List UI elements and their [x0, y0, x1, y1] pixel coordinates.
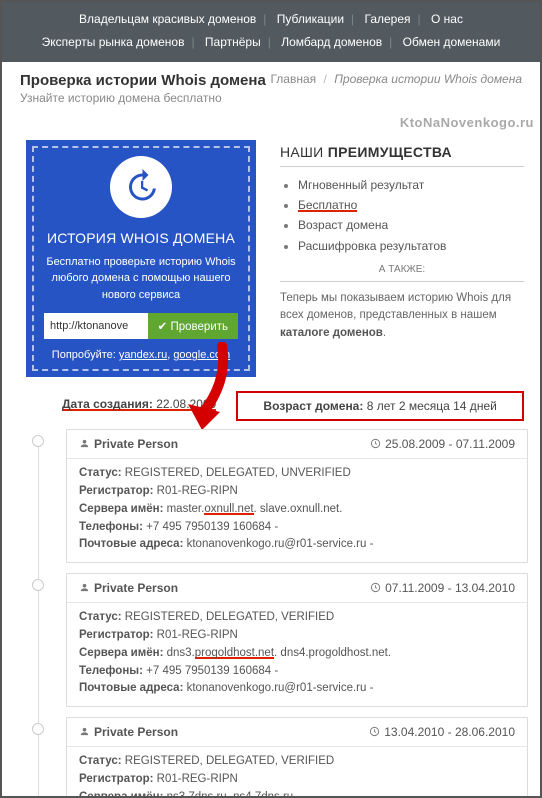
try-link[interactable]: yandex.ru — [119, 349, 167, 361]
history-icon — [110, 156, 172, 218]
breadcrumb: Главная / Проверка истории Whois домена — [270, 72, 522, 86]
clock-icon — [370, 438, 381, 452]
page: Владельцам красивых доменов| Публикации|… — [0, 0, 542, 798]
whois-record: Private Person13.04.2010 - 28.06.2010Ста… — [66, 717, 528, 798]
check-button[interactable]: ✔ Проверить — [148, 313, 238, 339]
nav-link[interactable]: Публикации — [277, 12, 344, 26]
domain-metrics: Дата создания: 22.08.2009 Возраст домена… — [62, 391, 524, 421]
clock-icon — [369, 726, 380, 740]
nav-link[interactable]: Партнёры — [205, 35, 261, 49]
clock-icon — [370, 582, 381, 596]
nav-link[interactable]: Владельцам красивых доменов — [79, 12, 256, 26]
adv-item: Мгновенный результат — [298, 175, 524, 195]
nav-link[interactable]: Ломбард доменов — [281, 35, 382, 49]
top-nav: Владельцам красивых доменов| Публикации|… — [2, 2, 540, 62]
whois-record: Private Person07.11.2009 - 13.04.2010Ста… — [66, 573, 528, 707]
page-title: Проверка истории Whois домена — [20, 72, 266, 89]
card-title: ИСТОРИЯ WHOIS ДОМЕНА — [44, 230, 238, 246]
try-row: Попробуйте: yandex.ru, google.com — [44, 349, 238, 361]
breadcrumb-home[interactable]: Главная — [270, 72, 316, 86]
also-label: А ТАКЖЕ: — [280, 264, 524, 275]
nav-link[interactable]: Обмен доменами — [403, 35, 501, 49]
person-icon — [79, 582, 90, 596]
try-link[interactable]: google.com — [173, 349, 230, 361]
domain-age-box: Возраст домена: 8 лет 2 месяца 14 дней — [236, 391, 524, 421]
nav-link[interactable]: Галерея — [365, 12, 411, 26]
breadcrumb-current: Проверка истории Whois домена — [334, 72, 522, 86]
nav-link[interactable]: Эксперты рынка доменов — [42, 35, 185, 49]
nav-link[interactable]: О нас — [431, 12, 463, 26]
card-desc: Бесплатно проверьте историю Whois любого… — [44, 254, 238, 304]
whois-record: Private Person25.08.2009 - 07.11.2009Ста… — [66, 429, 528, 563]
page-subtitle: Узнайте историю домена бесплатно — [20, 91, 266, 105]
adv-item: Расшифровка результатов — [298, 236, 524, 256]
adv-item: Бесплатно — [298, 195, 524, 215]
advantages: НАШИ ПРЕИМУЩЕСТВА Мгновенный результат Б… — [280, 140, 524, 378]
person-icon — [79, 438, 90, 452]
domain-input[interactable] — [44, 313, 148, 339]
history-timeline: Private Person25.08.2009 - 07.11.2009Ста… — [66, 429, 528, 798]
page-header: Проверка истории Whois домена Узнайте ис… — [2, 62, 540, 113]
catalog-link[interactable]: каталоге доменов — [280, 327, 383, 339]
watermark: KtoNaNovenkogo.ru — [2, 115, 534, 130]
whois-card: ИСТОРИЯ WHOIS ДОМЕНА Бесплатно проверьте… — [26, 140, 256, 378]
person-icon — [79, 726, 90, 740]
adv-item: Возраст домена — [298, 215, 524, 235]
